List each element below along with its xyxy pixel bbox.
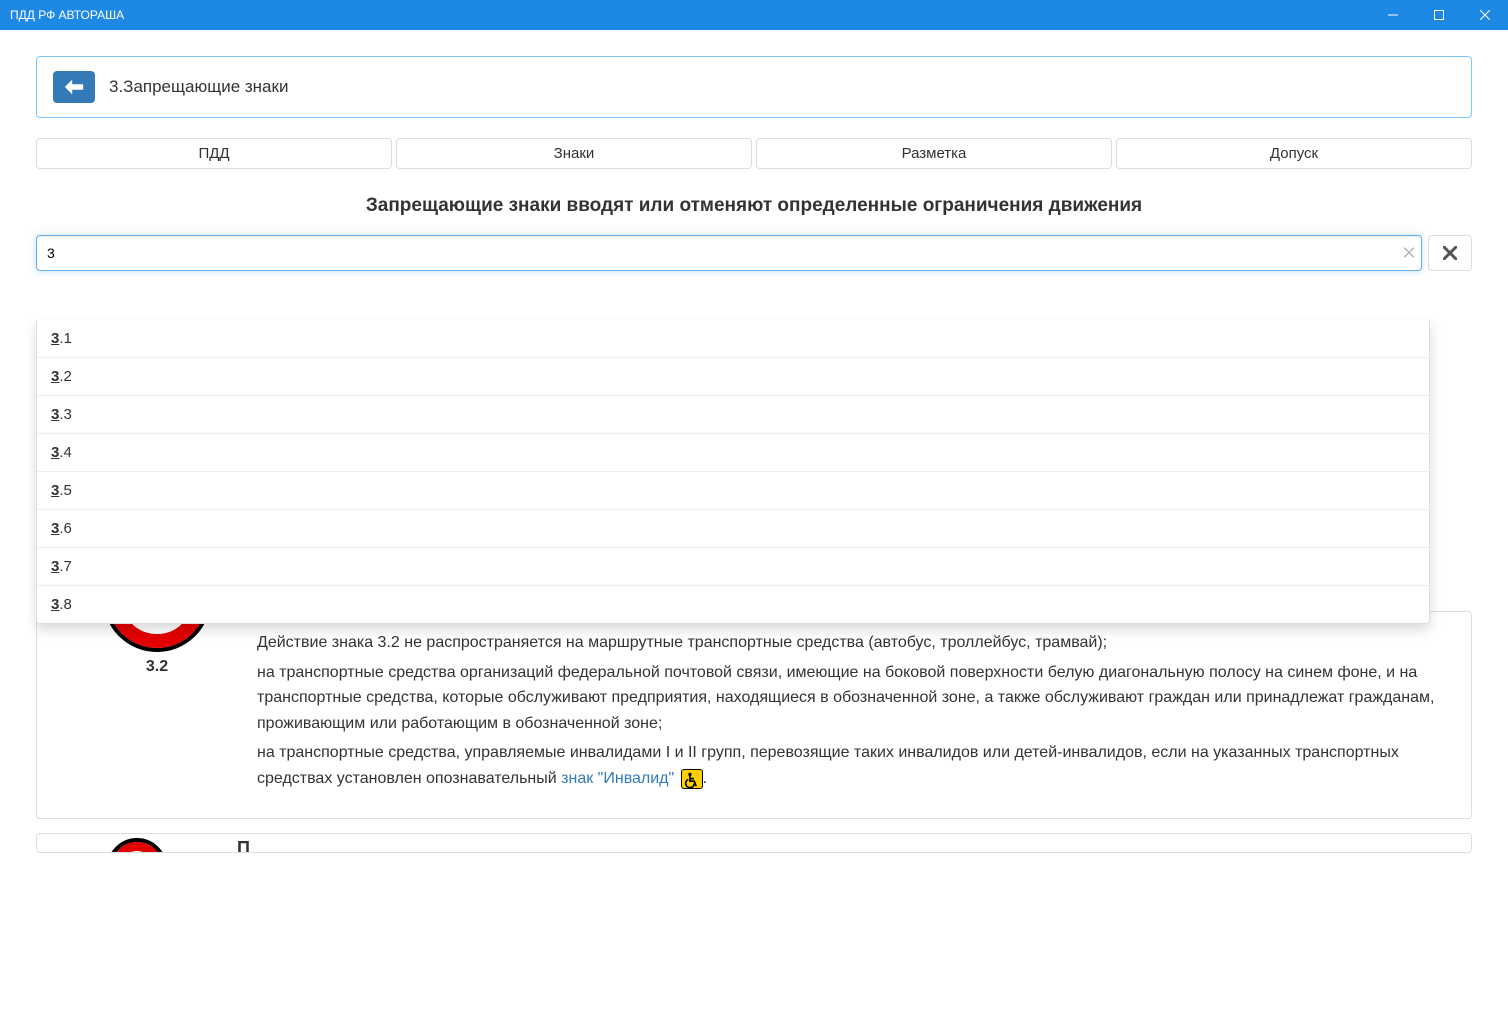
suggestion-item[interactable]: 3.2 xyxy=(37,357,1429,395)
suggestion-item[interactable]: 3.8 xyxy=(37,585,1429,623)
suggestion-item[interactable]: 3.7 xyxy=(37,547,1429,585)
window-title: ПДД РФ АВТОРАША xyxy=(10,8,124,22)
x-icon xyxy=(1404,248,1414,258)
suggestion-item[interactable]: 3.5 xyxy=(37,471,1429,509)
tab-pdd[interactable]: ПДД xyxy=(36,138,392,169)
back-button[interactable] xyxy=(53,71,95,103)
input-clear-icon[interactable] xyxy=(1404,245,1414,262)
disabled-badge-icon xyxy=(681,769,703,789)
invalid-sign-link[interactable]: знак "Инвалид" xyxy=(561,770,674,787)
suggestion-item[interactable]: 3.3 xyxy=(37,395,1429,433)
minimize-button[interactable] xyxy=(1370,0,1416,30)
x-bold-icon xyxy=(1443,246,1457,260)
article-text: Действие знака 3.2 не распространяется н… xyxy=(257,630,1451,796)
article-p1: Действие знака 3.2 не распространяется н… xyxy=(257,630,1451,656)
sign-next-icon xyxy=(107,838,167,853)
suggestion-item[interactable]: 3.1 xyxy=(37,320,1429,357)
search-input[interactable] xyxy=(36,235,1422,271)
suggestion-item[interactable]: 3.4 xyxy=(37,433,1429,471)
article-panel: 3.2 Действие знака 3.2 не распространяет… xyxy=(36,611,1472,819)
arrow-left-icon xyxy=(63,79,85,95)
content: 3.Запрещающие знаки ПДД Знаки Разметка Д… xyxy=(0,30,1508,853)
window-controls xyxy=(1370,0,1508,30)
next-article-label: П xyxy=(237,838,1471,852)
tab-markings[interactable]: Разметка xyxy=(756,138,1112,169)
section-heading: Запрещающие знаки вводят или отменяют оп… xyxy=(36,195,1472,217)
tabbar: ПДД Знаки Разметка Допуск xyxy=(36,138,1472,169)
sign-number: 3.2 xyxy=(146,658,168,676)
close-button[interactable] xyxy=(1462,0,1508,30)
maximize-button[interactable] xyxy=(1416,0,1462,30)
page-title: 3.Запрещающие знаки xyxy=(109,77,288,97)
autocomplete-dropdown: 3.1 3.2 3.3 3.4 3.5 3.6 3.7 3.8 xyxy=(36,320,1430,624)
tab-admission[interactable]: Допуск xyxy=(1116,138,1472,169)
search-row xyxy=(36,235,1472,271)
article-p3-tail: . xyxy=(703,770,707,787)
titlebar: ПДД РФ АВТОРАША xyxy=(0,0,1508,30)
article-p2: на транспортные средства организаций фед… xyxy=(257,660,1451,737)
tab-signs[interactable]: Знаки xyxy=(396,138,752,169)
suggestion-item[interactable]: 3.6 xyxy=(37,509,1429,547)
article-p3-text: на транспортные средства, управляемые ин… xyxy=(257,744,1399,787)
next-article-panel: П xyxy=(36,833,1472,853)
article-p3: на транспортные средства, управляемые ин… xyxy=(257,740,1451,791)
reset-button[interactable] xyxy=(1428,235,1472,271)
header-panel: 3.Запрещающие знаки xyxy=(36,56,1472,118)
